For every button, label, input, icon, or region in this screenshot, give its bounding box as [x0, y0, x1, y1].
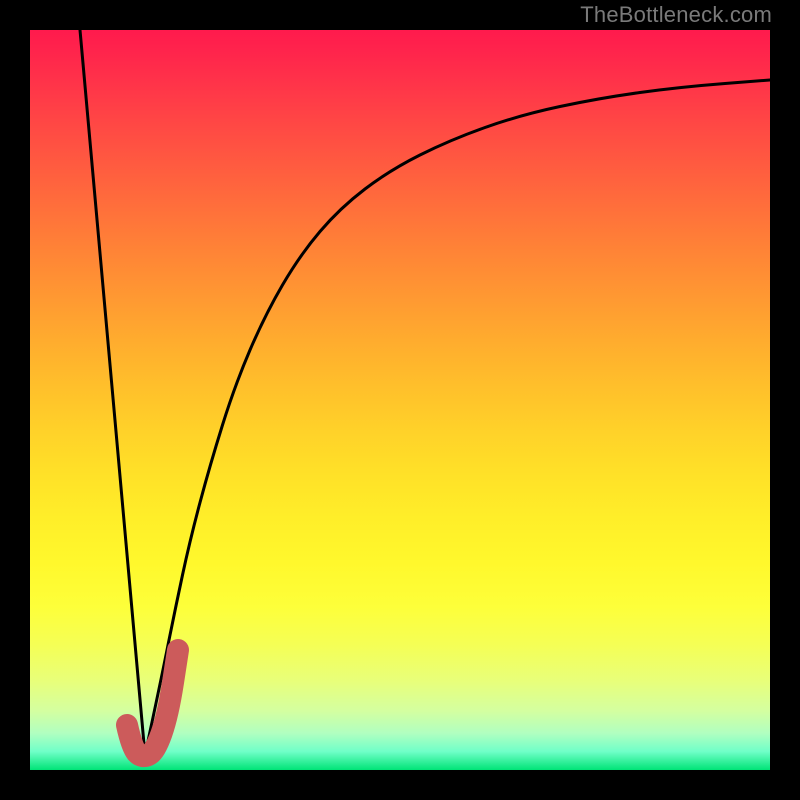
curve-layer [30, 30, 770, 770]
curve-right-branch [145, 80, 770, 755]
watermark-label: TheBottleneck.com [580, 2, 772, 28]
curve-left-branch [80, 30, 145, 755]
j-marker-icon [127, 650, 178, 756]
plot-area [30, 30, 770, 770]
chart-container: TheBottleneck.com [0, 0, 800, 800]
